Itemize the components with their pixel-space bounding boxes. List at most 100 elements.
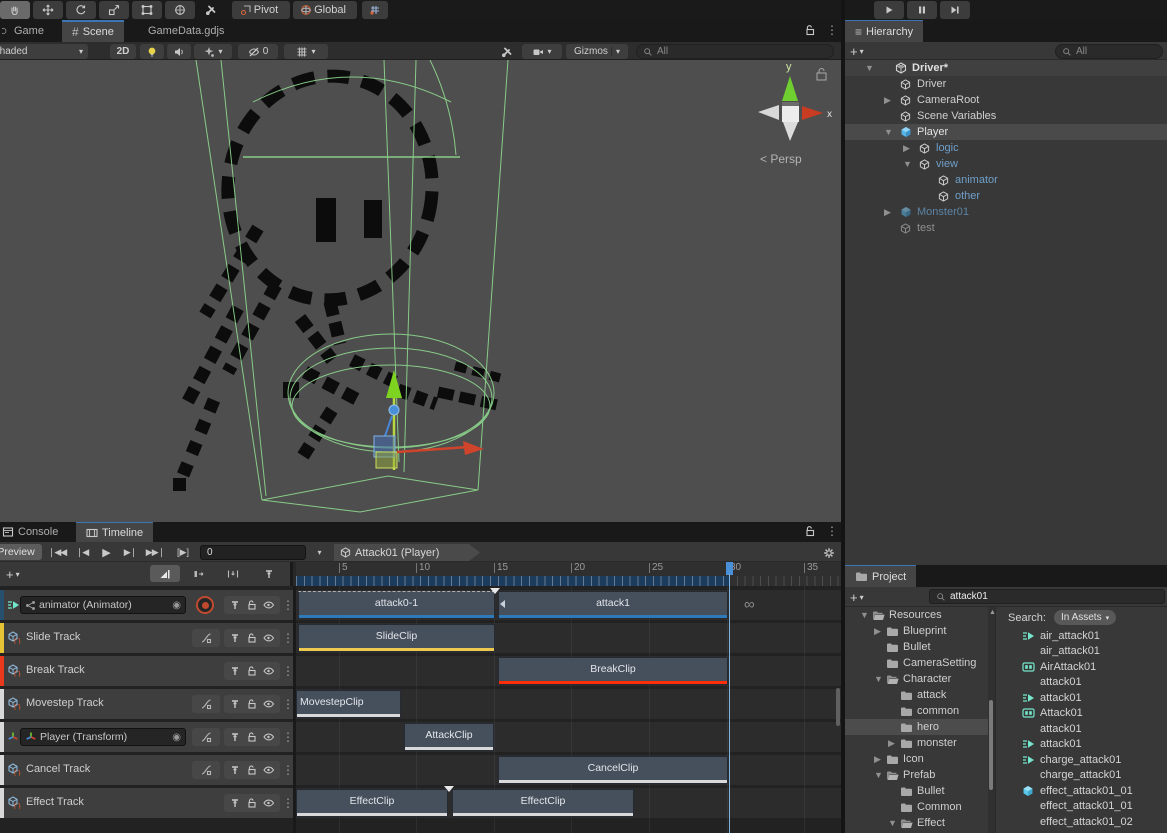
search-result-attack01[interactable]: attack01 — [996, 737, 1167, 752]
grid-visibility-dropdown[interactable]: ▾ — [284, 44, 328, 59]
hierarchy-item-driver[interactable]: Driver — [845, 76, 1167, 92]
gizmos-dropdown[interactable]: Gizmos▾ — [566, 44, 628, 59]
clip-attackclip[interactable]: AttackClip — [404, 723, 494, 751]
search-result-effect_attack01_01[interactable]: effect_attack01_01 — [996, 783, 1167, 798]
hierarchy-item-player[interactable]: ▼Player — [845, 124, 1167, 140]
object-picker-icon[interactable]: ◉ — [172, 732, 181, 743]
scale-tool-button[interactable] — [99, 1, 129, 19]
track-header-slide-track[interactable]: {}Slide Track⋮ — [0, 623, 293, 653]
track-header-movestep-track[interactable]: {}Movestep Track⋮ — [0, 689, 293, 719]
hierarchy-item-animator[interactable]: animator — [845, 172, 1167, 188]
scene-view[interactable]: y x < Persp — [0, 60, 841, 522]
rotate-tool-button[interactable] — [66, 1, 96, 19]
clip-slideclip[interactable]: SlideClip — [298, 624, 495, 652]
prev-frame-button[interactable]: ❘◀ — [72, 545, 92, 560]
search-scope-dropdown[interactable]: In Assets▾ — [1054, 610, 1116, 625]
project-folder-bullet[interactable]: Bullet — [845, 783, 988, 799]
project-folder-camerasetting[interactable]: CameraSetting — [845, 655, 988, 671]
search-result-effect_attack01_01[interactable]: effect_attack01_01 — [996, 799, 1167, 814]
eye-icon[interactable] — [262, 797, 275, 809]
chevron-right-icon[interactable]: ▶ — [888, 738, 895, 749]
chevron-right-icon[interactable]: ▶ — [884, 207, 891, 218]
tab-hierarchy[interactable]: ≡Hierarchy — [845, 20, 923, 42]
ripple-mode-button[interactable] — [184, 565, 214, 582]
chevron-right-icon[interactable]: ▶ — [874, 754, 881, 765]
global-toggle-button[interactable]: Global — [293, 1, 357, 19]
hand-tool-button[interactable] — [0, 1, 30, 19]
chevron-right-icon[interactable]: ▶ — [874, 626, 881, 637]
replace-mode-button[interactable] — [218, 565, 248, 582]
hierarchy-item-scene-variables[interactable]: Scene Variables — [845, 108, 1167, 124]
project-folder-icon[interactable]: ▶Icon — [845, 751, 988, 767]
timeline-scrollbar[interactable] — [836, 688, 840, 726]
eye-icon[interactable] — [262, 731, 275, 743]
track-header-player--transform-[interactable]: Player (Transform)◉⋮ — [0, 722, 293, 752]
lock-icon[interactable] — [246, 698, 258, 710]
curves-toggle-button[interactable] — [192, 695, 220, 713]
project-create-button[interactable]: +▾ — [850, 590, 864, 605]
mix-mode-button[interactable] — [150, 565, 180, 582]
chevron-down-icon[interactable]: ▼ — [874, 770, 883, 780]
project-folder-character[interactable]: ▼Character — [845, 671, 988, 687]
add-track-button[interactable]: +▾ — [6, 567, 20, 582]
chevron-right-icon[interactable]: ▶ — [884, 95, 891, 106]
project-folder-bullet[interactable]: Bullet — [845, 639, 988, 655]
track-splitter[interactable] — [293, 586, 296, 833]
search-result-attack01[interactable]: attack01 — [996, 675, 1167, 690]
project-tree-scrollbar[interactable] — [989, 700, 993, 790]
pause-button[interactable] — [907, 1, 937, 19]
chevron-down-icon[interactable]: ▼ — [903, 159, 912, 169]
search-result-charge_attack01[interactable]: charge_attack01 — [996, 752, 1167, 767]
playhead-line[interactable] — [729, 574, 730, 833]
play-range-button[interactable]: [▶] — [171, 545, 195, 560]
project-folder-blueprint[interactable]: ▶Blueprint — [845, 623, 988, 639]
search-result-charge_attack01[interactable]: charge_attack01 — [996, 768, 1167, 783]
scene-camera-dropdown[interactable]: ▾ — [522, 44, 562, 59]
clip-attack1[interactable]: attack1 — [498, 591, 728, 619]
eye-icon[interactable] — [262, 665, 275, 677]
mute-pin-icon[interactable] — [229, 797, 241, 809]
hierarchy-item-test[interactable]: test — [845, 220, 1167, 236]
project-search-input[interactable] — [950, 591, 1158, 602]
hidden-objects-button[interactable]: 0 — [238, 44, 278, 59]
eye-icon[interactable] — [262, 599, 275, 611]
search-result-attack01[interactable]: attack01 — [996, 721, 1167, 736]
custom-tool-button[interactable] — [198, 1, 224, 19]
chevron-down-icon[interactable]: ▼ — [884, 127, 893, 137]
hierarchy-item-other[interactable]: other — [845, 188, 1167, 204]
lock-icon[interactable] — [246, 632, 258, 644]
timeline-menu-icon[interactable]: ⋮ — [826, 524, 838, 538]
hierarchy-create-button[interactable]: +▾ — [850, 44, 864, 59]
search-result-attack01[interactable]: attack01 — [996, 690, 1167, 705]
project-folder-common[interactable]: common — [845, 703, 988, 719]
track-lane-4[interactable] — [296, 722, 841, 752]
goto-end-button[interactable]: ▶▶❘ — [144, 545, 166, 560]
hierarchy-item-monster01[interactable]: ▶Monster01 — [845, 204, 1167, 220]
chevron-right-icon[interactable]: ▶ — [903, 143, 910, 154]
chevron-down-icon[interactable]: ▼ — [874, 674, 883, 684]
project-folder-effect[interactable]: ▼Effect — [845, 815, 988, 831]
track-object-field[interactable]: animator (Animator)◉ — [20, 596, 186, 614]
clip-boundary-marker[interactable] — [444, 786, 454, 792]
mute-pin-icon[interactable] — [229, 632, 241, 644]
timeline-lock-icon[interactable] — [804, 525, 816, 537]
move-tool-button[interactable] — [33, 1, 63, 19]
mute-pin-icon[interactable] — [229, 698, 241, 710]
hierarchy-item-driver-[interactable]: ▼Driver* — [845, 60, 1167, 76]
project-folder-hero[interactable]: hero — [845, 719, 988, 735]
search-result-air_attack01[interactable]: air_attack01 — [996, 644, 1167, 659]
tab-console[interactable]: Console — [0, 522, 68, 542]
record-button[interactable] — [196, 596, 214, 614]
eye-icon[interactable] — [262, 698, 275, 710]
hierarchy-search-input[interactable] — [1076, 46, 1156, 57]
lock-icon[interactable] — [246, 599, 258, 611]
clip-attack0-1[interactable]: attack0-1 — [298, 591, 495, 619]
curves-toggle-button[interactable] — [192, 761, 220, 779]
track-header-effect-track[interactable]: {}Effect Track⋮ — [0, 788, 293, 818]
next-frame-button[interactable]: ▶❘ — [120, 545, 140, 560]
clip-breakclip[interactable]: BreakClip — [498, 657, 728, 685]
effects-dropdown[interactable]: ▾ — [194, 44, 232, 59]
pane-menu-icon[interactable]: ⋮ — [826, 23, 838, 37]
project-folder-prefab[interactable]: ▼Prefab — [845, 767, 988, 783]
tab-timeline[interactable]: Timeline — [76, 522, 153, 542]
